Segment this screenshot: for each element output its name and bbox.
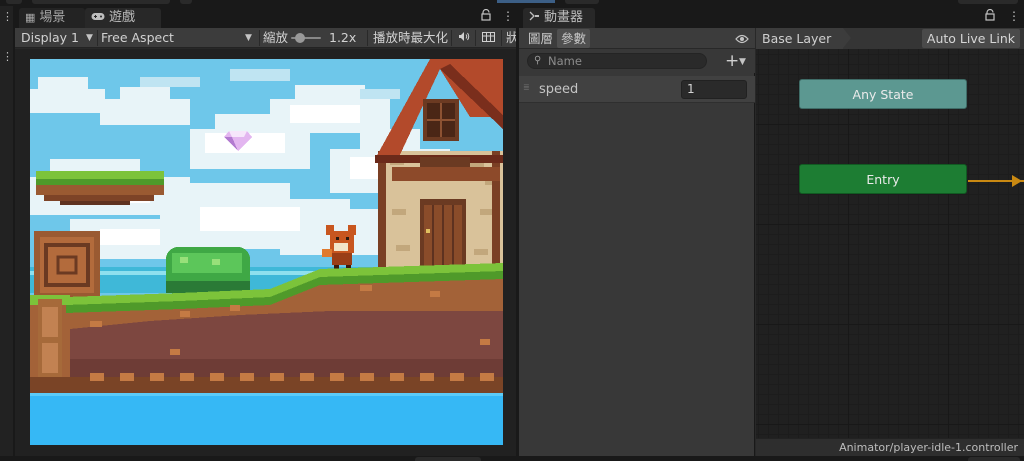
- controller-path: Animator/player-idle-1.controller: [756, 438, 1024, 456]
- maximize-on-play-toggle[interactable]: 播放時最大化: [373, 28, 448, 48]
- tab-layers[interactable]: 圖層: [524, 29, 557, 48]
- list-item[interactable]: = = speed 1: [519, 76, 755, 103]
- chevron-down-icon: ▼: [86, 33, 93, 43]
- kebab-menu-icon[interactable]: ⋮: [1008, 9, 1020, 23]
- kebab-menu-icon[interactable]: ⋮: [2, 51, 13, 62]
- scale-value: 1.2x: [329, 30, 357, 45]
- chevron-down-icon: ▼: [245, 33, 252, 43]
- display-dropdown[interactable]: Display 1 ▼: [21, 28, 99, 48]
- stats-icon[interactable]: [482, 28, 495, 48]
- aspect-value: Free Aspect: [101, 30, 174, 45]
- graph-toolbar: Base Layer Auto Live Link: [756, 28, 1024, 49]
- plus-icon: +: [725, 51, 740, 71]
- gamepad-icon: [91, 8, 105, 28]
- kebab-menu-icon[interactable]: ⋮: [2, 11, 13, 22]
- tab-game-label: 遊戲: [109, 10, 136, 25]
- parameter-name: speed: [539, 82, 579, 97]
- bottom-strip: [0, 456, 1024, 461]
- any-state-node[interactable]: Any State: [799, 79, 967, 109]
- game-scene: [30, 59, 503, 445]
- state-machine-graph[interactable]: Base Layer Auto Live Link Any State Entr…: [756, 28, 1024, 456]
- tab-scene[interactable]: ▦ 場景: [19, 8, 85, 28]
- scale-label: 縮放: [263, 30, 289, 45]
- kebab-menu-icon[interactable]: ⋮: [502, 9, 514, 23]
- arrow-head-icon: [1012, 175, 1022, 187]
- breadcrumb[interactable]: Base Layer: [756, 28, 852, 49]
- entry-node[interactable]: Entry: [799, 164, 967, 194]
- game-tabbar: ▦ 場景 遊戲 ⋮: [15, 6, 516, 28]
- game-panel: ▦ 場景 遊戲 ⋮ Display 1 ▼ Free Aspect ▼ 縮放 1.…: [15, 6, 516, 456]
- chevron-down-icon: ▼: [739, 57, 746, 67]
- search-input[interactable]: ⚲ Name: [527, 53, 707, 69]
- display-value: Display 1: [21, 30, 80, 45]
- tab-game[interactable]: 遊戲: [85, 8, 161, 28]
- animator-icon: [529, 8, 540, 28]
- lock-icon[interactable]: [985, 8, 995, 24]
- eye-icon[interactable]: [735, 33, 749, 47]
- tab-animator-label: 動畫器: [544, 10, 584, 25]
- audio-mute-icon[interactable]: [458, 28, 470, 48]
- left-dock-strip: ⋮ ⋮: [0, 6, 14, 456]
- tab-parameters[interactable]: 參數: [557, 29, 591, 48]
- animator-panel: 動畫器 ⋮ 圖層 參數 ⚲ Name + ▼ = = speed 1 Base …: [519, 6, 1024, 456]
- grid-icon: ▦: [25, 11, 36, 24]
- params-subtabs: 圖層 參數: [519, 28, 755, 49]
- add-parameter-button[interactable]: + ▼: [725, 51, 746, 71]
- gizmos-toggle-truncated[interactable]: 狀: [506, 28, 516, 48]
- tab-scene-label: 場景: [39, 10, 66, 25]
- game-viewport[interactable]: [30, 59, 503, 445]
- drag-handle-icon[interactable]: = =: [523, 82, 531, 94]
- lock-icon[interactable]: [481, 8, 491, 24]
- aspect-dropdown[interactable]: Free Aspect ▼: [101, 28, 257, 48]
- search-icon: ⚲: [534, 55, 542, 66]
- search-placeholder: Name: [548, 54, 582, 68]
- scale-slider-thumb[interactable]: [295, 33, 305, 43]
- parameter-value-field[interactable]: 1: [681, 80, 747, 99]
- tab-animator[interactable]: 動畫器: [523, 8, 595, 28]
- game-toolbar: Display 1 ▼ Free Aspect ▼ 縮放 1.2x 播放時最大化…: [15, 28, 516, 48]
- parameters-pane: 圖層 參數 ⚲ Name + ▼ = = speed 1: [519, 28, 755, 456]
- auto-live-link-toggle[interactable]: Auto Live Link: [921, 29, 1020, 48]
- param-search-row: ⚲ Name + ▼: [519, 49, 755, 73]
- animator-tabbar: 動畫器 ⋮: [519, 6, 1024, 28]
